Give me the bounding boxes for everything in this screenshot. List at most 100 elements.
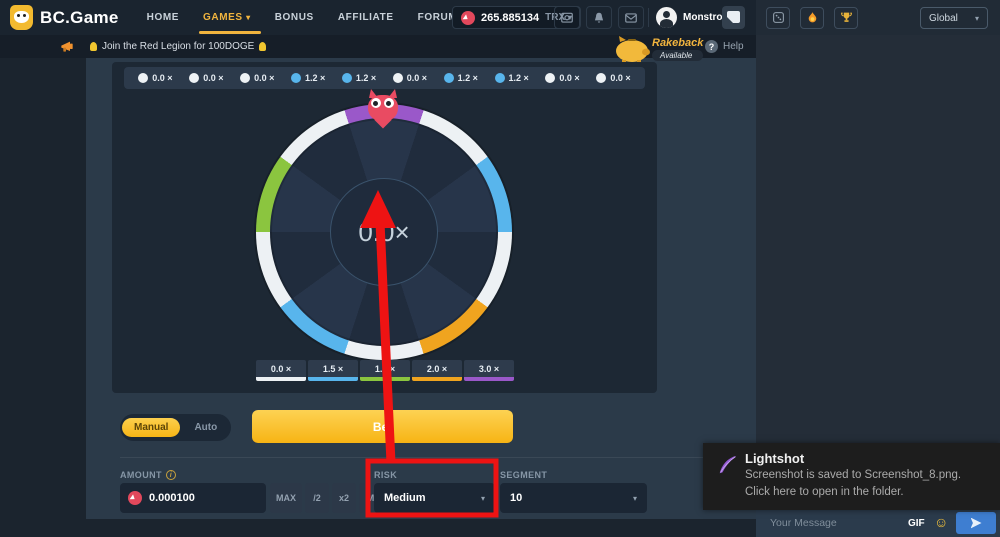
chat-messages: i wiiiiin to all game10:42☠ Pitro ☠@Bcga… (756, 35, 1000, 509)
chat-channel-select[interactable]: Global ▾ (920, 7, 988, 29)
double-button[interactable]: x2 (332, 483, 356, 513)
vault-icon (560, 11, 574, 25)
manual-tab[interactable]: Manual (122, 418, 180, 437)
history-item[interactable]: 1.2 × (444, 73, 478, 83)
history-value: 0.0 × (203, 73, 223, 83)
history-dot (393, 73, 403, 83)
notifications-button[interactable] (586, 6, 612, 29)
chevron-down-icon: ▾ (633, 494, 637, 503)
history-item[interactable]: 0.0 × (596, 73, 630, 83)
emoji-button[interactable]: ☺ (934, 515, 948, 529)
vault-button[interactable] (554, 6, 580, 29)
notification-title: Lightshot (745, 451, 804, 466)
notification-line1: Screenshot is saved to Screenshot_8.png. (745, 469, 961, 481)
megaphone-icon (60, 40, 76, 54)
legend-color-bar (412, 377, 462, 381)
trophy-icon (840, 11, 853, 24)
amount-input[interactable] (149, 492, 249, 504)
max-button[interactable]: MAX (270, 483, 302, 513)
nav-home[interactable]: HOME (147, 12, 179, 23)
feather-icon (717, 454, 739, 476)
avatar[interactable] (656, 7, 677, 28)
segment-label: SEGMENT (500, 470, 547, 480)
legend-item: 2.0 × (412, 360, 462, 381)
chat-toggle-button[interactable] (722, 6, 745, 29)
wheel: 0.0× (256, 104, 512, 360)
history-item[interactable]: 1.2 × (495, 73, 529, 83)
send-button[interactable] (956, 512, 996, 534)
half-button[interactable]: /2 (305, 483, 329, 513)
history-item[interactable]: 1.2 × (291, 73, 325, 83)
legend-color-bar (256, 377, 306, 381)
rakeback-subtitle: Available (652, 50, 703, 61)
history-value: 1.2 × (356, 73, 376, 83)
legend-color-bar (464, 377, 514, 381)
history-item[interactable]: 0.0 × (189, 73, 223, 83)
rakeback-widget[interactable]: Rakeback Available (610, 34, 703, 64)
bulb-icon (90, 42, 97, 51)
bcgame-logo[interactable]: BC.Game (10, 5, 119, 30)
divider (648, 8, 649, 27)
chat-message-input[interactable] (770, 517, 890, 529)
history-value: 0.0 × (559, 73, 579, 83)
envelope-icon (624, 11, 638, 25)
question-icon: ? (705, 40, 718, 53)
lightshot-notification[interactable]: Lightshot Screenshot is saved to Screens… (703, 443, 1000, 510)
legend-item: 3.0 × (464, 360, 514, 381)
owl-eye (384, 98, 394, 108)
wheel-game-panel: 0.0 × 0.0 × 0.0 × 1.2 × 1.2 × 0.0 × 1.2 × 1.2 ×… (112, 62, 657, 393)
bets-button[interactable] (766, 7, 790, 29)
flame-icon (806, 11, 819, 24)
wheel-center-multiplier: 0.0× (330, 178, 438, 286)
trx-coin-icon (128, 491, 142, 505)
history-item[interactable]: 0.0 × (138, 73, 172, 83)
history-dot (291, 73, 301, 83)
notification-line2[interactable]: Click here to open in the folder. (745, 486, 904, 498)
multiplier-legend: 0.0 ×1.5 ×1.7 ×2.0 ×3.0 × (256, 360, 514, 381)
history-dot (545, 73, 555, 83)
history-dot (138, 73, 148, 83)
segment-select[interactable]: 10 ▾ (500, 483, 647, 513)
legend-label: 3.0 × (464, 360, 514, 377)
help-button[interactable]: ? Help (705, 40, 744, 53)
banner-message[interactable]: Join the Red Legion for 100DOGE (90, 41, 266, 52)
leaderboard-button[interactable] (834, 7, 858, 29)
history-value: 0.0 × (152, 73, 172, 83)
history-value: 0.0 × (254, 73, 274, 83)
mail-button[interactable] (618, 6, 644, 29)
bulb-icon (259, 42, 266, 51)
legend-color-bar (360, 377, 410, 381)
history-dot (342, 73, 352, 83)
history-value: 1.2 × (305, 73, 325, 83)
nav-games[interactable]: GAMES ▾ (203, 12, 251, 23)
nav-affiliate[interactable]: AFFILIATE (338, 12, 394, 23)
nav-bonus[interactable]: BONUS (275, 12, 314, 23)
bcgame-logo-icon (10, 5, 33, 30)
legend-color-bar (308, 377, 358, 381)
send-icon (971, 518, 982, 529)
hot-button[interactable] (800, 7, 824, 29)
gif-button[interactable]: GIF (908, 518, 925, 529)
info-icon[interactable]: i (166, 470, 176, 480)
history-value: 0.0 × (610, 73, 630, 83)
history-item[interactable]: 0.0 × (393, 73, 427, 83)
left-gutter (0, 58, 86, 537)
history-value: 0.0 × (407, 73, 427, 83)
auto-tab[interactable]: Auto (182, 418, 229, 437)
history-dot (189, 73, 199, 83)
history-item[interactable]: 0.0 × (545, 73, 579, 83)
bet-mode-toggle: Manual Auto (120, 414, 231, 441)
history-value: 1.2 × (458, 73, 478, 83)
amount-label: AMOUNTi (120, 470, 176, 480)
chevron-down-icon: ▾ (975, 14, 979, 23)
risk-select[interactable]: Medium ▾ (374, 483, 495, 513)
history-item[interactable]: 0.0 × (240, 73, 274, 83)
history-dot (444, 73, 454, 83)
bet-button[interactable]: Bet (252, 410, 513, 443)
chevron-down-icon: ▾ (481, 494, 485, 503)
legend-item: 0.0 × (256, 360, 306, 381)
rakeback-title: Rakeback (652, 37, 703, 49)
history-item[interactable]: 1.2 × (342, 73, 376, 83)
trx-coin-icon (461, 11, 475, 25)
dice-icon (772, 11, 785, 24)
